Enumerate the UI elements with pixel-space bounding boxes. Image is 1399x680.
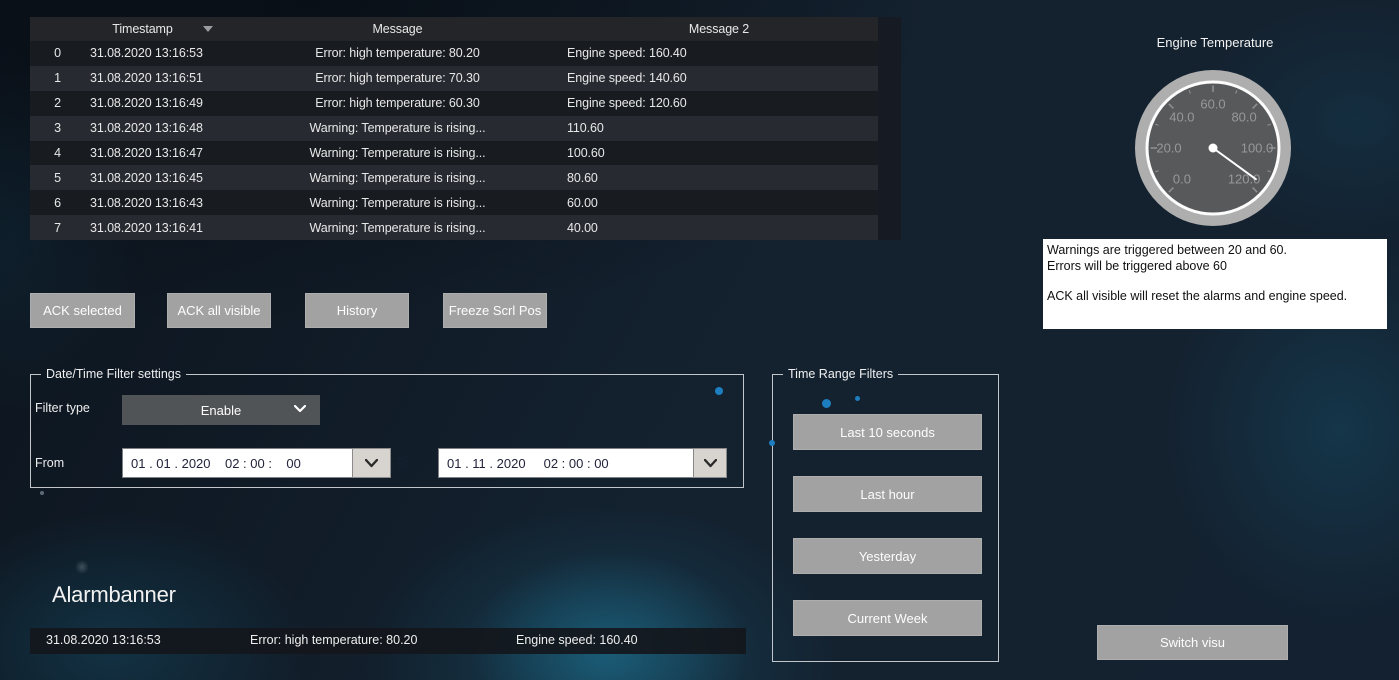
row-index: 1 [30, 71, 85, 85]
info-line: ACK all visible will reset the alarms an… [1047, 288, 1383, 304]
from-label: From [35, 456, 64, 470]
decorative-dot [855, 396, 860, 401]
to-datetime-field[interactable]: 01 . 11 . 2020 02 : 00 : 00 [438, 448, 693, 478]
table-row[interactable]: 7 31.08.2020 13:16:41 Warning: Temperatu… [30, 215, 878, 240]
switch-visu-button[interactable]: Switch visu [1097, 625, 1288, 660]
row-timestamp: 31.08.2020 13:16:41 [85, 221, 280, 235]
filter-type-label: Filter type [35, 401, 90, 415]
ack-selected-button[interactable]: ACK selected [30, 293, 135, 328]
row-message2: 40.00 [515, 221, 878, 235]
info-line: Warnings are triggered between 20 and 60… [1047, 242, 1383, 258]
time-range-group-title: Time Range Filters [783, 367, 898, 381]
column-header-timestamp[interactable]: Timestamp [85, 22, 280, 36]
svg-text:40.0: 40.0 [1169, 109, 1194, 124]
table-row[interactable]: 1 31.08.2020 13:16:51 Error: high temper… [30, 66, 878, 91]
svg-text:20.0: 20.0 [1156, 141, 1181, 156]
from-datetime-field[interactable]: 01 . 01 . 2020 02 : 00 : 00 [122, 448, 352, 478]
row-timestamp: 31.08.2020 13:16:51 [85, 71, 280, 85]
svg-text:100.0: 100.0 [1241, 141, 1274, 156]
table-row[interactable]: 5 31.08.2020 13:16:45 Warning: Temperatu… [30, 165, 878, 190]
decorative-dot [715, 387, 723, 395]
row-message2: 80.60 [515, 171, 878, 185]
to-datetime-dropdown-button[interactable] [693, 448, 727, 478]
row-message: Warning: Temperature is rising... [280, 196, 515, 210]
table-scrollbar-track[interactable] [878, 17, 901, 240]
alarm-table: Timestamp Message Message 2 0 31.08.2020… [30, 17, 878, 240]
last-10-seconds-button[interactable]: Last 10 seconds [793, 414, 982, 450]
decorative-dot [822, 399, 831, 408]
row-index: 3 [30, 121, 85, 135]
current-week-button[interactable]: Current Week [793, 600, 982, 636]
row-timestamp: 31.08.2020 13:16:48 [85, 121, 280, 135]
banner-timestamp: 31.08.2020 13:16:53 [46, 633, 161, 647]
info-box: Warnings are triggered between 20 and 60… [1043, 239, 1387, 329]
row-message: Warning: Temperature is rising... [280, 171, 515, 185]
row-message: Error: high temperature: 80.20 [280, 46, 515, 60]
row-message: Error: high temperature: 60.30 [280, 96, 515, 110]
row-timestamp: 31.08.2020 13:16:43 [85, 196, 280, 210]
table-row[interactable]: 6 31.08.2020 13:16:43 Warning: Temperatu… [30, 190, 878, 215]
table-row[interactable]: 2 31.08.2020 13:16:49 Error: high temper… [30, 91, 878, 116]
row-index: 5 [30, 171, 85, 185]
svg-text:60.0: 60.0 [1200, 97, 1225, 112]
chevron-down-icon [365, 459, 378, 468]
row-index: 0 [30, 46, 85, 60]
row-message2: Engine speed: 160.40 [515, 46, 878, 60]
row-message2: 100.60 [515, 146, 878, 160]
sort-desc-icon [203, 26, 213, 32]
decorative-dot [769, 440, 775, 446]
filter-type-dropdown[interactable]: Enable [122, 395, 320, 425]
row-message2: Engine speed: 120.60 [515, 96, 878, 110]
last-hour-button[interactable]: Last hour [793, 476, 982, 512]
row-message: Error: high temperature: 70.30 [280, 71, 515, 85]
row-timestamp: 31.08.2020 13:16:49 [85, 96, 280, 110]
column-header-message2[interactable]: Message 2 [515, 22, 878, 36]
row-message2: 60.00 [515, 196, 878, 210]
decorative-dot [40, 491, 44, 495]
row-message: Warning: Temperature is rising... [280, 221, 515, 235]
row-timestamp: 31.08.2020 13:16:45 [85, 171, 280, 185]
alarm-banner-row: 31.08.2020 13:16:53 Error: high temperat… [30, 628, 746, 654]
row-message: Warning: Temperature is rising... [280, 121, 515, 135]
history-button[interactable]: History [305, 293, 409, 328]
alarm-table-header: Timestamp Message Message 2 [30, 17, 878, 41]
column-header-timestamp-label: Timestamp [112, 22, 172, 36]
column-header-message[interactable]: Message [280, 22, 515, 36]
svg-text:0.0: 0.0 [1173, 172, 1191, 187]
info-line: Errors will be triggered above 60 [1047, 258, 1383, 274]
row-timestamp: 31.08.2020 13:16:53 [85, 46, 280, 60]
row-message: Warning: Temperature is rising... [280, 146, 515, 160]
ack-all-visible-button[interactable]: ACK all visible [167, 293, 271, 328]
alarm-banner-title: Alarmbanner [52, 582, 176, 608]
chevron-down-icon [294, 405, 306, 413]
row-message2: Engine speed: 140.60 [515, 71, 878, 85]
from-datetime-dropdown-button[interactable] [352, 448, 391, 478]
chevron-down-icon [704, 459, 717, 468]
yesterday-button[interactable]: Yesterday [793, 538, 982, 574]
table-row[interactable]: 3 31.08.2020 13:16:48 Warning: Temperatu… [30, 116, 878, 141]
row-index: 2 [30, 96, 85, 110]
row-message2: 110.60 [515, 121, 878, 135]
filter-type-value: Enable [201, 403, 241, 418]
freeze-scroll-pos-button[interactable]: Freeze Scrl Pos [443, 293, 547, 328]
svg-text:80.0: 80.0 [1231, 109, 1256, 124]
row-index: 4 [30, 146, 85, 160]
datetime-filter-group-title: Date/Time Filter settings [41, 367, 186, 381]
table-row[interactable]: 4 31.08.2020 13:16:47 Warning: Temperatu… [30, 141, 878, 166]
engine-temperature-gauge: 0.020.040.060.080.0100.0120.0 [1134, 69, 1292, 227]
row-index: 7 [30, 221, 85, 235]
alarm-manager-screen: Timestamp Message Message 2 0 31.08.2020… [0, 0, 1399, 680]
row-timestamp: 31.08.2020 13:16:47 [85, 146, 280, 160]
to-label: To [396, 456, 409, 470]
row-index: 6 [30, 196, 85, 210]
banner-message2: Engine speed: 160.40 [516, 633, 638, 647]
table-row[interactable]: 0 31.08.2020 13:16:53 Error: high temper… [30, 41, 878, 66]
gauge-title: Engine Temperature [1120, 35, 1310, 50]
banner-message: Error: high temperature: 80.20 [250, 633, 417, 647]
